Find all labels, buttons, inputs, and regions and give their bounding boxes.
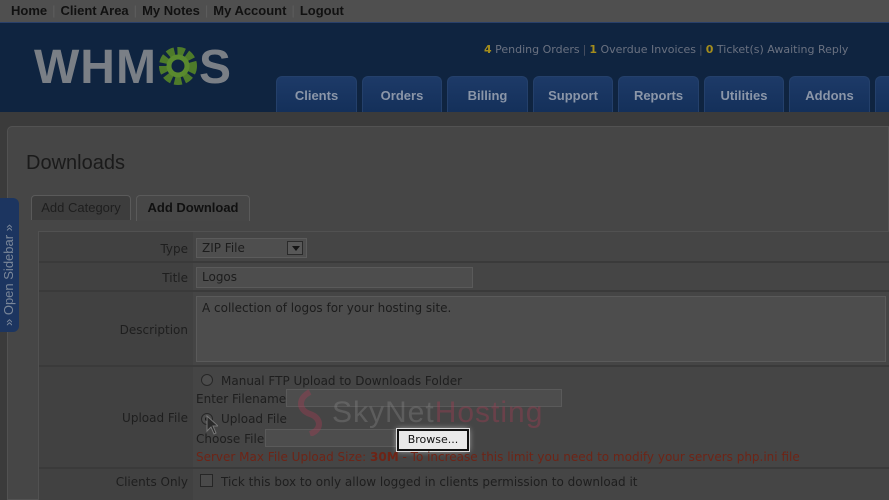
clients-only-label: Clients Only	[115, 475, 188, 489]
row-divider	[39, 467, 889, 469]
client-area-link[interactable]: Client Area	[61, 3, 129, 18]
nav-tab-utilities[interactable]: Utilities	[704, 76, 784, 112]
type-select-value: ZIP File	[202, 241, 245, 255]
tickets-count: 0	[705, 43, 714, 56]
pending-orders-link[interactable]: Pending Orders	[495, 43, 579, 56]
row-divider	[39, 365, 889, 367]
separator: |	[133, 3, 138, 18]
nav-tab-reports[interactable]: Reports	[618, 76, 699, 112]
upload-limit-value: 30M	[370, 450, 399, 464]
header-stats: 4 Pending Orders | 1 Overdue Invoices | 0 Ti…	[484, 43, 849, 56]
my-account-link[interactable]: My Account	[213, 3, 286, 18]
enter-filename-label: Enter Filename:	[196, 392, 291, 406]
top-links-bar: Home | Client Area | My Notes | My Account | Log…	[0, 0, 889, 22]
manual-ftp-label: Manual FTP Upload to Downloads Folder	[221, 374, 463, 388]
logo-text-suffix: S	[198, 41, 232, 94]
separator: |	[291, 3, 295, 18]
home-link[interactable]: Home	[11, 3, 47, 18]
nav-tab-orders[interactable]: Orders	[362, 76, 442, 112]
tab-add-category[interactable]: Add Category	[31, 195, 131, 220]
gear-icon	[157, 45, 199, 87]
upload-limit-prefix: Server Max File Upload Size:	[196, 450, 371, 464]
type-label: Type	[160, 242, 188, 256]
open-sidebar-tab[interactable]: » Open Sidebar »	[0, 198, 19, 332]
overdue-invoices-link[interactable]: Overdue Invoices	[601, 43, 697, 56]
clients-only-checkbox[interactable]	[200, 474, 213, 487]
header: WHM S 4 Pending Orders | 1 Overdue Invoices…	[0, 22, 889, 112]
watermark-logo-icon	[298, 389, 322, 437]
whmcs-logo[interactable]: WHM S	[34, 42, 232, 94]
upload-limit-suffix: - To increase this limit you need to mod…	[398, 450, 800, 464]
title-label: Title	[162, 271, 188, 285]
separator: |	[52, 3, 56, 18]
upload-limit-notice: Server Max File Upload Size: 30M - To in…	[196, 450, 800, 464]
page-title: Downloads	[26, 152, 125, 174]
description-label: Description	[119, 323, 188, 337]
chevron-down-icon[interactable]	[287, 241, 303, 255]
tickets-awaiting-link[interactable]: Ticket(s) Awaiting Reply	[717, 43, 849, 56]
title-input[interactable]: Logos	[196, 267, 473, 288]
main-nav: Clients Orders Billing Support Reports U…	[276, 76, 889, 112]
upload-file-label: Upload File	[122, 411, 188, 425]
open-sidebar-label: » Open Sidebar »	[1, 224, 16, 326]
watermark-text: SkyNetHosting	[332, 396, 544, 429]
upload-file-option-label: Upload File	[221, 412, 287, 426]
description-textarea[interactable]: A collection of logos for your hosting s…	[196, 296, 886, 362]
nav-tab-addons[interactable]: Addons	[789, 76, 870, 112]
nav-tab-support[interactable]: Support	[533, 76, 613, 112]
mouse-cursor-icon	[206, 415, 218, 435]
manual-ftp-radio[interactable]	[201, 374, 213, 386]
row-divider	[39, 290, 889, 292]
nav-tab-more[interactable]	[875, 76, 889, 112]
separator: |	[204, 3, 209, 18]
my-notes-link[interactable]: My Notes	[142, 3, 200, 18]
row-divider	[39, 261, 889, 263]
tab-add-download[interactable]: Add Download	[136, 195, 250, 221]
clients-only-text: Tick this box to only allow logged in cl…	[221, 475, 638, 489]
logo-text-prefix: WHM	[34, 41, 157, 94]
skynet-hosting-watermark: SkyNetHosting	[290, 388, 610, 438]
nav-tab-billing[interactable]: Billing	[447, 76, 528, 112]
type-select[interactable]: ZIP File	[196, 238, 307, 258]
overdue-invoices-count: 1	[589, 43, 597, 56]
nav-tab-clients[interactable]: Clients	[276, 76, 357, 112]
logout-link[interactable]: Logout	[300, 3, 344, 18]
pending-orders-count: 4	[484, 43, 492, 56]
